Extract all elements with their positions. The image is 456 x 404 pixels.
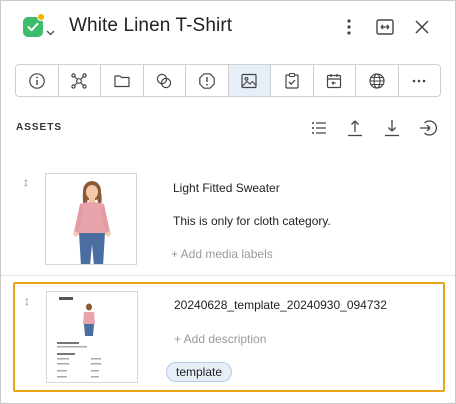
- template-document: [47, 292, 137, 382]
- upload-icon[interactable]: [344, 117, 366, 139]
- asset-tag[interactable]: template: [166, 362, 233, 382]
- relations-icon[interactable]: [59, 65, 101, 96]
- chevron-down-icon[interactable]: [46, 23, 55, 41]
- panel-header: White Linen T-Shirt: [1, 1, 455, 53]
- asset-row[interactable]: ↕ Light Fitted Sweater This is only for …: [1, 167, 455, 275]
- task-check-icon[interactable]: [271, 65, 314, 96]
- expand-horizontal-icon[interactable]: [373, 15, 397, 39]
- asset-panel: White Linen T-Shirt ASSETS ↕ Light Fitte…: [0, 0, 456, 404]
- asset-thumbnail[interactable]: [46, 291, 138, 383]
- add-description-link[interactable]: + Add description: [174, 332, 266, 346]
- section-toolbar: [15, 64, 441, 97]
- drag-handle-icon[interactable]: ↕: [24, 294, 30, 308]
- more-horizontal-icon[interactable]: [399, 65, 441, 96]
- add-media-labels-link[interactable]: + Add media labels: [171, 247, 273, 261]
- asset-row-highlighted[interactable]: ↕ 20240628_template_20240930_094732 + Ad…: [13, 282, 445, 392]
- download-icon[interactable]: [381, 117, 403, 139]
- asset-thumbnail[interactable]: [45, 173, 137, 265]
- image-icon[interactable]: [228, 65, 271, 96]
- calendar-icon[interactable]: [314, 65, 356, 96]
- globe-icon[interactable]: [356, 65, 399, 96]
- variants-icon[interactable]: [144, 65, 186, 96]
- status-dot: [37, 13, 45, 21]
- asset-name[interactable]: 20240628_template_20240930_094732: [174, 298, 387, 312]
- list-icon[interactable]: [308, 117, 330, 139]
- drag-handle-icon[interactable]: ↕: [23, 175, 29, 189]
- page-title: White Linen T-Shirt: [69, 15, 233, 36]
- info-icon[interactable]: [16, 65, 59, 96]
- close-icon[interactable]: [410, 15, 434, 39]
- more-vertical-icon[interactable]: [337, 15, 361, 39]
- sweater-photo: [46, 174, 136, 264]
- alert-icon[interactable]: [186, 65, 229, 96]
- folder-icon[interactable]: [101, 65, 144, 96]
- row-divider: [1, 275, 455, 276]
- assets-section-label: ASSETS: [16, 122, 63, 133]
- sign-in-icon[interactable]: [417, 117, 439, 139]
- asset-name[interactable]: Light Fitted Sweater: [173, 181, 280, 195]
- asset-description: This is only for cloth category.: [173, 214, 331, 228]
